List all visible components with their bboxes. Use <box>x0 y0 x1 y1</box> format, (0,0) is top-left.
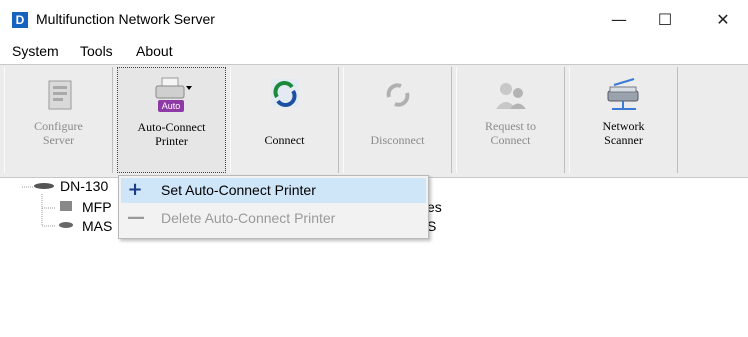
close-button[interactable]: ✕ <box>700 6 746 34</box>
auto-connect-printer-icon: Auto <box>155 77 192 112</box>
toolbar: Configure Server Auto Auto-Connect Print… <box>0 64 748 178</box>
maximize-button[interactable]: ☐ <box>642 6 688 34</box>
delete-auto-connect-printer-label: Delete Auto-Connect Printer <box>161 210 336 226</box>
auto-connect-printer-button[interactable]: Auto Auto-Connect Printer <box>117 67 226 173</box>
menu-bar: System Tools About <box>0 40 748 62</box>
title-bar: D Multifunction Network Server — ☐ ✕ <box>0 0 748 40</box>
disconnect-button[interactable]: Disconnect <box>343 67 452 173</box>
connect-label: Connect <box>264 133 305 147</box>
auto-connect-printer-label: Auto-Connect Printer <box>137 120 206 148</box>
tree-child-mas[interactable]: MAS <box>82 218 112 234</box>
auto-badge: Auto <box>161 101 180 111</box>
menu-tools[interactable]: Tools <box>80 43 113 59</box>
configure-server-icon <box>48 80 71 110</box>
set-auto-connect-printer-item[interactable]: + Set Auto-Connect Printer <box>121 178 426 203</box>
context-menu: + Set Auto-Connect Printer — Delete Auto… <box>118 175 429 239</box>
network-scanner-label: Network Scanner <box>602 119 645 147</box>
minimize-button[interactable]: — <box>596 6 642 34</box>
request-connect-icon <box>495 83 526 109</box>
configure-server-button[interactable]: Configure Server <box>4 67 113 173</box>
tree-root-node[interactable]: DN-130 <box>60 178 108 194</box>
delete-auto-connect-printer-item[interactable]: — Delete Auto-Connect Printer <box>121 206 426 231</box>
dropdown-arrow-icon <box>185 86 192 90</box>
window-title: Multifunction Network Server <box>36 11 215 27</box>
plus-icon: + <box>127 179 143 200</box>
network-scanner-icon <box>607 78 638 110</box>
disconnect-label: Disconnect <box>370 133 425 147</box>
network-scanner-button[interactable]: Network Scanner <box>569 67 678 173</box>
tree-child-mfp[interactable]: MFP <box>82 199 112 215</box>
server-node-icon <box>34 183 54 189</box>
storage-node-icon <box>59 222 73 228</box>
app-icon: D <box>12 12 28 28</box>
tree-partial-text-1: es <box>427 199 442 215</box>
menu-about[interactable]: About <box>136 43 173 59</box>
request-to-connect-button[interactable]: Request to Connect <box>456 67 565 173</box>
printer-node-icon <box>60 201 72 211</box>
connect-icon <box>270 79 299 107</box>
connect-button[interactable]: Connect <box>230 67 339 173</box>
menu-system[interactable]: System <box>12 43 59 59</box>
set-auto-connect-printer-label: Set Auto-Connect Printer <box>161 182 316 198</box>
minus-icon: — <box>127 207 145 228</box>
configure-server-label: Configure Server <box>34 119 83 147</box>
request-to-connect-label: Request to Connect <box>485 119 536 147</box>
disconnect-icon <box>386 83 409 107</box>
